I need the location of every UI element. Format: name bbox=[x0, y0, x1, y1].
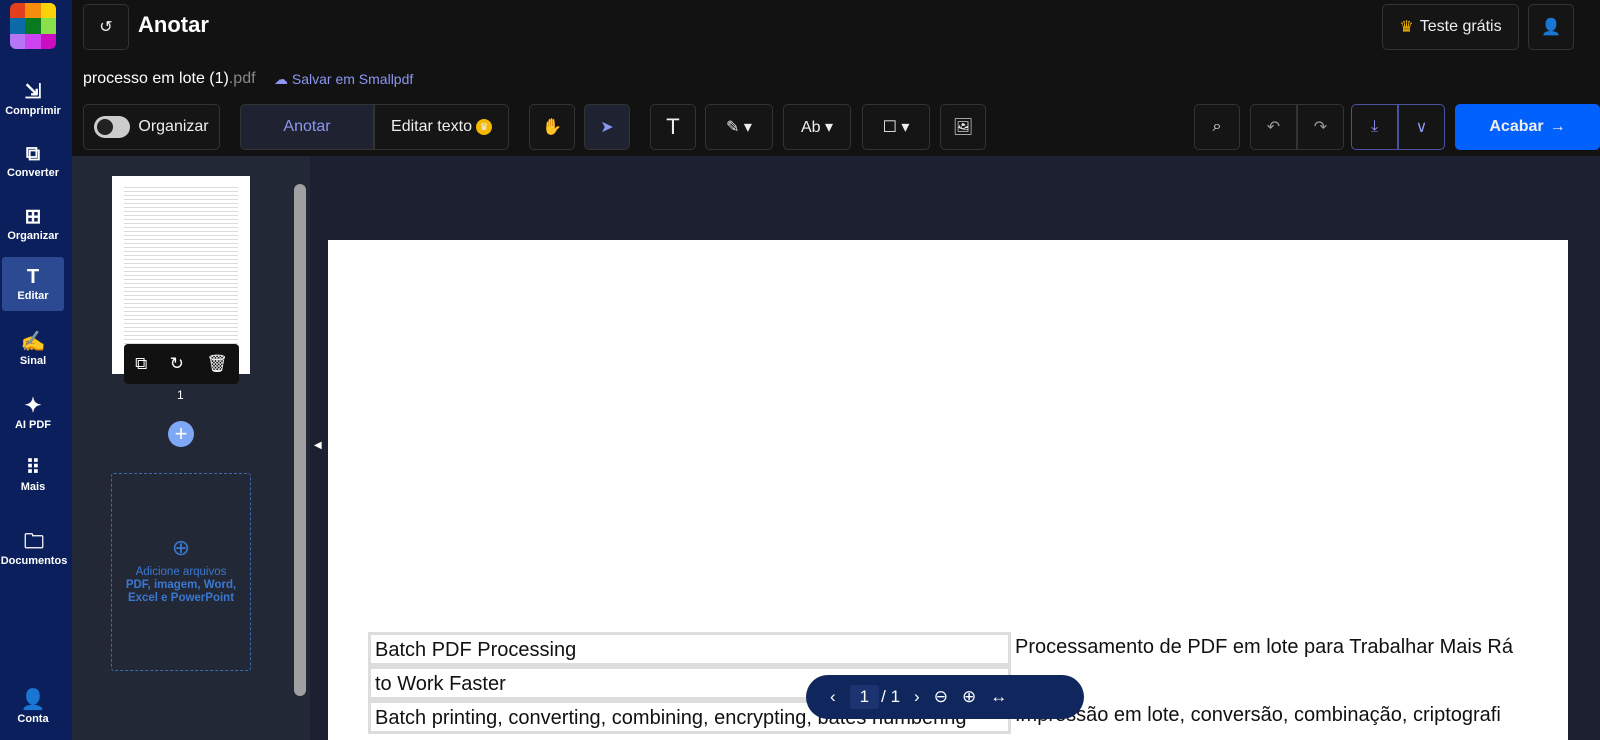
search-button[interactable]: ⌕ bbox=[1194, 104, 1240, 150]
page-title: Anotar bbox=[138, 12, 209, 37]
duplicate-icon[interactable]: ⧉ bbox=[135, 354, 147, 374]
page-navigator: ‹ 1 / 1 › ⊖ ⊕ ↔ bbox=[806, 675, 1084, 719]
rectangle-icon: ☐ ▾ bbox=[882, 119, 910, 136]
user-icon: 👤 bbox=[20, 689, 46, 711]
text-style-icon: Ab ▾ bbox=[800, 119, 834, 136]
download-button[interactable]: ⤓ bbox=[1351, 104, 1398, 150]
grid-icon: ⊞ bbox=[24, 206, 42, 228]
trial-button[interactable]: ♛ Teste grátis bbox=[1382, 4, 1519, 50]
convert-icon: ⧉ bbox=[25, 143, 41, 165]
trash-icon[interactable]: 🗑 bbox=[206, 354, 228, 374]
page-number: 1 bbox=[177, 388, 184, 402]
pencil-icon: ✎ ▾ bbox=[726, 119, 752, 136]
text-icon: T bbox=[666, 114, 680, 139]
zoom-in-icon[interactable]: ⊕ bbox=[962, 687, 976, 707]
image-tool-button[interactable]: 🖼 bbox=[940, 104, 986, 150]
signature-icon: ✍ bbox=[20, 331, 46, 353]
add-page-button[interactable]: + bbox=[168, 421, 194, 447]
file-name: processo em lote (1).pdf bbox=[83, 70, 256, 87]
previous-page-icon[interactable]: ‹ bbox=[830, 687, 836, 707]
text-tool-button[interactable]: T bbox=[650, 104, 696, 150]
save-to-smallpdf-link[interactable]: ☁ Salvar em Smallpdf bbox=[274, 71, 413, 88]
add-circle-icon: ⊕ bbox=[171, 535, 191, 560]
cursor-icon: ➤ bbox=[600, 119, 614, 136]
pen-tool-button[interactable]: ✎ ▾ bbox=[705, 104, 773, 150]
sidebar-item-documentos[interactable]: 🗀 Documentos bbox=[0, 522, 68, 576]
sidebar-item-editar[interactable]: T Editar bbox=[2, 257, 64, 311]
arrow-right-icon: → bbox=[1549, 118, 1566, 135]
table-cell: Batch PDF Processing bbox=[368, 632, 1011, 666]
sidebar-item-comprimir[interactable]: ⇲ Comprimir bbox=[2, 72, 64, 126]
thumbnail-scrollbar[interactable] bbox=[294, 184, 306, 696]
sidebar-item-organizar[interactable]: ⊞ Organizar bbox=[2, 197, 64, 251]
crown-icon: ♛ bbox=[1399, 19, 1414, 36]
page-input[interactable]: 1 bbox=[849, 685, 880, 709]
toggle-switch[interactable] bbox=[94, 116, 131, 138]
account-button[interactable]: 👤 bbox=[1528, 4, 1574, 50]
hand-icon: ✋ bbox=[542, 119, 562, 136]
chevron-down-icon: ∨ bbox=[1415, 119, 1428, 136]
folder-icon: 🗀 bbox=[24, 531, 44, 553]
organize-toggle[interactable]: Organizar bbox=[83, 104, 220, 150]
sidebar-item-ai-pdf[interactable]: ✦ AI PDF bbox=[2, 386, 64, 440]
zoom-out-icon[interactable]: ⊖ bbox=[934, 687, 948, 707]
collapse-panel-icon[interactable]: ◀ bbox=[314, 440, 322, 451]
image-icon: 🖼 bbox=[952, 119, 974, 136]
next-page-icon[interactable]: › bbox=[914, 687, 920, 707]
redo-icon: ↷ bbox=[1313, 119, 1328, 136]
sidebar-item-mais[interactable]: ⠿ Mais bbox=[2, 448, 64, 502]
thumbnail-actions: ⧉ ↻ 🗑 bbox=[124, 344, 239, 384]
finish-button[interactable]: Acabar → bbox=[1455, 104, 1600, 150]
undo-button[interactable]: ↶ bbox=[1250, 104, 1297, 150]
rotate-icon[interactable]: ↻ bbox=[170, 354, 184, 374]
smallpdf-logo[interactable] bbox=[10, 3, 56, 49]
compress-icon: ⇲ bbox=[24, 81, 42, 103]
sidebar: ⇲ Comprimir ⧉ Converter ⊞ Organizar T Editar… bbox=[0, 0, 72, 740]
apps-icon: ⠿ bbox=[25, 457, 41, 479]
undo-arrow-icon: ↺ bbox=[99, 19, 113, 36]
premium-crown-icon: ♛ bbox=[475, 119, 492, 135]
redo-button[interactable]: ↷ bbox=[1297, 104, 1344, 150]
table-cell: Impressão em lote, conversão, combinação… bbox=[1015, 704, 1501, 726]
hand-tool-button[interactable]: ✋ bbox=[529, 104, 575, 150]
text-icon: T bbox=[26, 266, 40, 288]
text-highlight-tool-button[interactable]: Ab ▾ bbox=[783, 104, 851, 150]
tab-annotate[interactable]: Anotar bbox=[240, 104, 374, 150]
select-tool-button[interactable]: ➤ bbox=[584, 104, 630, 150]
sparkle-icon: ✦ bbox=[24, 395, 42, 417]
page-total: / 1 bbox=[881, 687, 901, 706]
undo-icon: ↶ bbox=[1266, 119, 1281, 136]
shape-tool-button[interactable]: ☐ ▾ bbox=[862, 104, 930, 150]
pdf-page: Batch PDF Processing Processamento de PD… bbox=[328, 240, 1568, 740]
download-options-button[interactable]: ∨ bbox=[1398, 104, 1445, 150]
sidebar-item-conta[interactable]: 👤 Conta bbox=[2, 680, 64, 734]
download-icon: ⤓ bbox=[1370, 118, 1379, 135]
user-icon: 👤 bbox=[1541, 19, 1561, 36]
cloud-icon: ☁ bbox=[274, 71, 288, 87]
fit-width-icon[interactable]: ↔ bbox=[990, 687, 1007, 707]
thumbnail-panel: ⧉ ↻ 🗑 1 + ⊕ Adicione arquivos PDF, imagem,… bbox=[72, 156, 310, 740]
add-files-dropzone[interactable]: ⊕ Adicione arquivos PDF, imagem, Word, E… bbox=[111, 473, 251, 671]
sidebar-item-sinal[interactable]: ✍ Sinal bbox=[2, 322, 64, 376]
table-cell: Processamento de PDF em lote para Trabal… bbox=[1015, 636, 1513, 658]
search-icon: ⌕ bbox=[1212, 118, 1222, 135]
tab-edit-text[interactable]: Editar texto ♛ bbox=[374, 104, 509, 150]
back-button[interactable]: ↺ bbox=[83, 4, 129, 50]
sidebar-item-converter[interactable]: ⧉ Converter bbox=[2, 134, 64, 188]
